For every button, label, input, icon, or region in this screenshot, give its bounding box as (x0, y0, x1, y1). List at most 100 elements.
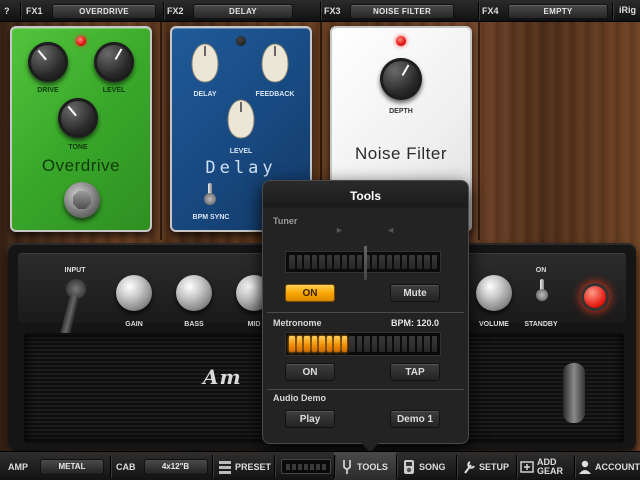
depth-knob-label: DEPTH (389, 108, 413, 115)
tools-tab[interactable]: TOOLS (340, 452, 388, 480)
overdrive-footswitch[interactable] (64, 182, 100, 218)
preset-display (281, 459, 331, 474)
bpm-sync-switch[interactable] (204, 183, 216, 205)
metronome-segment (394, 336, 400, 352)
divider (163, 2, 164, 20)
power-led (581, 283, 609, 311)
volume-knob[interactable] (476, 275, 512, 311)
feedback-knob[interactable] (258, 42, 292, 84)
overdrive-led (76, 36, 86, 46)
fx1-selector-button[interactable]: OVERDRIVE (52, 3, 156, 19)
divider (334, 455, 335, 478)
divider (274, 455, 275, 478)
tuner-mute-button[interactable]: Mute (390, 284, 440, 302)
metronome-segment (364, 336, 370, 352)
audio-demo-play-button[interactable]: Play (285, 410, 335, 428)
divider (267, 312, 464, 313)
song-tab[interactable]: SONG (402, 452, 446, 480)
audio-demo-label: Audio Demo (273, 393, 326, 403)
amplitube-app: ? FX1 OVERDRIVE FX2 DELAY FX3 NOISE FILT… (0, 0, 640, 480)
cab-model-button[interactable]: 4x12"B (143, 458, 208, 475)
overdrive-pedal[interactable]: DRIVE LEVEL TONE Overdrive (10, 26, 152, 232)
amp-selector: AMP METAL (8, 452, 104, 480)
metronome-segment (431, 336, 437, 352)
standby-switch[interactable] (536, 279, 548, 301)
tuner-label: Tuner (273, 216, 298, 226)
metronome-segment (424, 336, 430, 352)
divider (516, 455, 517, 478)
bass-label: BASS (184, 321, 204, 328)
metronome-segment (319, 336, 325, 352)
fx3-selector-button[interactable]: NOISE FILTER (350, 3, 454, 19)
account-label: ACCOUNT (595, 461, 640, 472)
divider (267, 389, 464, 390)
gain-knob[interactable] (116, 275, 152, 311)
tuner-on-button[interactable]: ON (285, 284, 335, 302)
ipod-icon (404, 459, 414, 474)
fx3-slot: FX3 NOISE FILTER (324, 3, 454, 19)
metronome-tap-button[interactable]: TAP (390, 363, 440, 381)
brand-label[interactable]: iRig (619, 5, 636, 15)
fx1-slot: FX1 OVERDRIVE (26, 3, 156, 19)
wrench-icon (464, 460, 475, 474)
divider (212, 455, 213, 478)
delay-knob-label: DELAY (193, 91, 217, 98)
wood-plank-seam (160, 22, 162, 240)
divider (456, 455, 457, 478)
fx3-label: FX3 (324, 6, 341, 16)
arrow-right-icon: ► (335, 225, 344, 235)
tuner-arrows: ► ◄ (335, 225, 395, 235)
depth-knob[interactable] (380, 58, 422, 100)
delay-knob[interactable] (188, 42, 222, 84)
level-knob-label: LEVEL (102, 87, 126, 94)
account-tab[interactable]: ACCOUNT (578, 452, 640, 480)
standby-on-label: ON (535, 267, 547, 274)
bottom-nav-bar: AMP METAL CAB 4x12"B PRESET TOOLS SONG S… (0, 451, 640, 480)
gain-label: GAIN (125, 321, 143, 328)
input-label: INPUT (64, 267, 86, 274)
tuner-needle (364, 246, 367, 280)
level-knob[interactable] (94, 42, 134, 82)
bpm-readout: BPM: 120.0 (391, 318, 440, 328)
add-gear-text: ADD GEAR (537, 457, 564, 476)
add-gear-tab[interactable]: ADD GEAR (520, 452, 563, 480)
drive-knob[interactable] (28, 42, 68, 82)
tuner-meter (285, 246, 441, 280)
preset-button[interactable]: PRESET (218, 452, 271, 480)
help-button[interactable]: ? (4, 3, 16, 19)
add-gear-label-line2: GEAR (537, 465, 564, 476)
tuning-fork-icon (343, 459, 351, 474)
amp-model-button[interactable]: METAL (40, 458, 104, 475)
arrow-left-icon: ◄ (386, 225, 395, 235)
metronome-segment (379, 336, 385, 352)
noise-filter-pedal-name: Noise Filter (355, 144, 447, 163)
metronome-segment (349, 336, 355, 352)
metronome-segment (341, 336, 347, 352)
metronome-on-button[interactable]: ON (285, 363, 335, 381)
overdrive-pedal-name: Overdrive (41, 156, 121, 175)
add-gear-icon (520, 460, 534, 473)
divider (20, 2, 21, 20)
metronome-segment (289, 336, 295, 352)
metronome-segment (371, 336, 377, 352)
tone-knob[interactable] (58, 98, 98, 138)
fx2-label: FX2 (167, 6, 184, 16)
tools-popup: Tools Tuner ► ◄ ON Mute Metronome BPM: 12… (262, 180, 469, 452)
bass-knob[interactable] (176, 275, 212, 311)
metronome-segment (409, 336, 415, 352)
fx2-selector-button[interactable]: DELAY (193, 3, 293, 19)
delay-pedal-name: Delay (205, 158, 277, 178)
audio-demo-selector[interactable]: Demo 1 (390, 410, 440, 428)
divider (478, 2, 479, 20)
standby-label: STANDBY (524, 321, 558, 328)
metronome-segment (296, 336, 302, 352)
fx4-selector-button[interactable]: EMPTY (508, 3, 608, 19)
fx1-label: FX1 (26, 6, 43, 16)
fx4-slot: FX4 EMPTY (482, 3, 608, 19)
divider (574, 455, 575, 478)
delay-level-knob[interactable] (224, 98, 258, 140)
preset-label: PRESET (235, 461, 272, 472)
divider (396, 455, 397, 478)
setup-tab[interactable]: SETUP (462, 452, 509, 480)
divider (612, 2, 613, 20)
